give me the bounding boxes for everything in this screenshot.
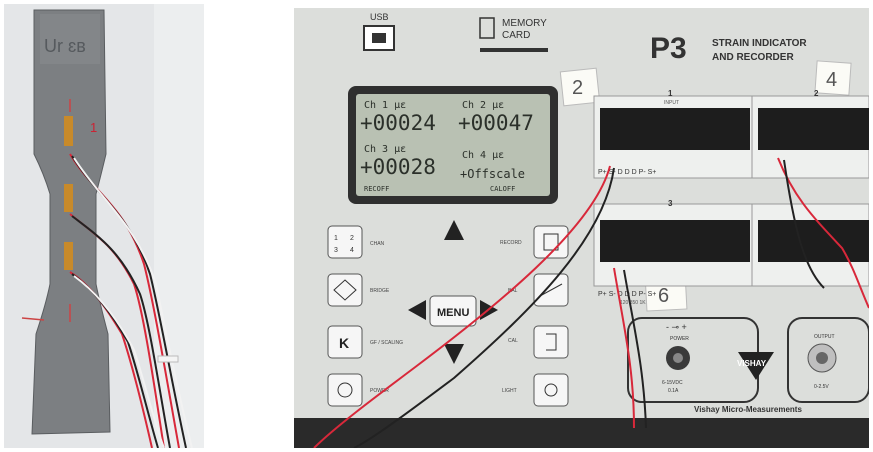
specimen-photo: Ur ɛʙ 1 [4, 4, 204, 448]
svg-text:OUTPUT: OUTPUT [814, 334, 835, 340]
svg-text:INPUT: INPUT [664, 100, 679, 106]
svg-text:Ur ɛʙ: Ur ɛʙ [44, 36, 86, 56]
svg-text:4: 4 [350, 247, 354, 254]
svg-text:6: 6 [658, 285, 669, 307]
svg-text:1: 1 [668, 89, 673, 98]
svg-text:0.1A: 0.1A [668, 388, 679, 394]
model-name: P3 [650, 32, 687, 65]
specimen-mark: 1 [90, 120, 97, 135]
svg-text:2: 2 [572, 77, 583, 99]
lcd-ch4-value: +Offscale [460, 167, 525, 181]
lcd-status-left: RECOFF [364, 185, 389, 193]
svg-text:3: 3 [334, 247, 338, 254]
specimen-illustration: Ur ɛʙ 1 [4, 4, 204, 448]
svg-text:GF / SCALING: GF / SCALING [370, 340, 403, 346]
menu-button[interactable]: MENU [429, 295, 477, 327]
input-block-2: 2 [751, 89, 869, 179]
svg-text:4: 4 [826, 69, 837, 91]
svg-text:6-15VDC: 6-15VDC [662, 380, 683, 386]
lcd-ch2-label: Ch 2 µε [462, 100, 504, 111]
svg-text:0-2.5V: 0-2.5V [814, 384, 829, 390]
svg-text:VISHAY: VISHAY [737, 359, 767, 368]
svg-text:POWER: POWER [670, 336, 689, 342]
svg-text:MENU: MENU [437, 307, 469, 319]
svg-text:1: 1 [334, 235, 338, 242]
usb-label: USB [370, 12, 389, 22]
strain-gauge [64, 116, 73, 146]
title-line-2: AND RECORDER [712, 52, 794, 63]
svg-text:2: 2 [814, 89, 819, 98]
p3-instrument: USB MEMORY CARD P3 STRAIN INDICATOR AND … [294, 8, 869, 448]
svg-text:- ⊸ +: - ⊸ + [666, 322, 687, 332]
lcd-ch2-value: +00047 [458, 111, 534, 135]
lcd-ch3-value: +00028 [360, 155, 436, 179]
card-label: CARD [502, 30, 530, 41]
lcd-ch1-label: Ch 1 µε [364, 100, 406, 111]
svg-text:CAL: CAL [508, 338, 518, 344]
sticky-note: 4 [814, 60, 852, 96]
lcd-status-right: CALOFF [490, 185, 515, 193]
svg-text:K: K [339, 335, 349, 351]
svg-text:LIGHT: LIGHT [502, 388, 517, 394]
input-block-1: 1 INPUT P+ S- D D D P- S+ [593, 89, 755, 179]
lcd-ch3-label: Ch 3 µε [364, 144, 406, 155]
svg-text:2: 2 [350, 235, 354, 242]
lcd-ch1-value: +00024 [360, 111, 436, 135]
svg-text:CHAN: CHAN [370, 241, 385, 247]
p3-instrument-photo: USB MEMORY CARD P3 STRAIN INDICATOR AND … [294, 8, 869, 448]
svg-text:RECORD: RECORD [500, 240, 522, 246]
footer-brand: Vishay Micro-Measurements [694, 405, 802, 414]
input-block-4 [751, 203, 869, 287]
strain-gauge [64, 184, 73, 212]
memory-label: MEMORY [502, 18, 547, 29]
svg-text:BRIDGE: BRIDGE [370, 288, 390, 294]
svg-text:3: 3 [668, 199, 673, 208]
title-line-1: STRAIN INDICATOR [712, 38, 807, 49]
svg-text:120 350 1K: 120 350 1K [620, 300, 646, 306]
lcd-ch4-label: Ch 4 µε [462, 150, 504, 161]
strain-gauge [64, 242, 73, 270]
